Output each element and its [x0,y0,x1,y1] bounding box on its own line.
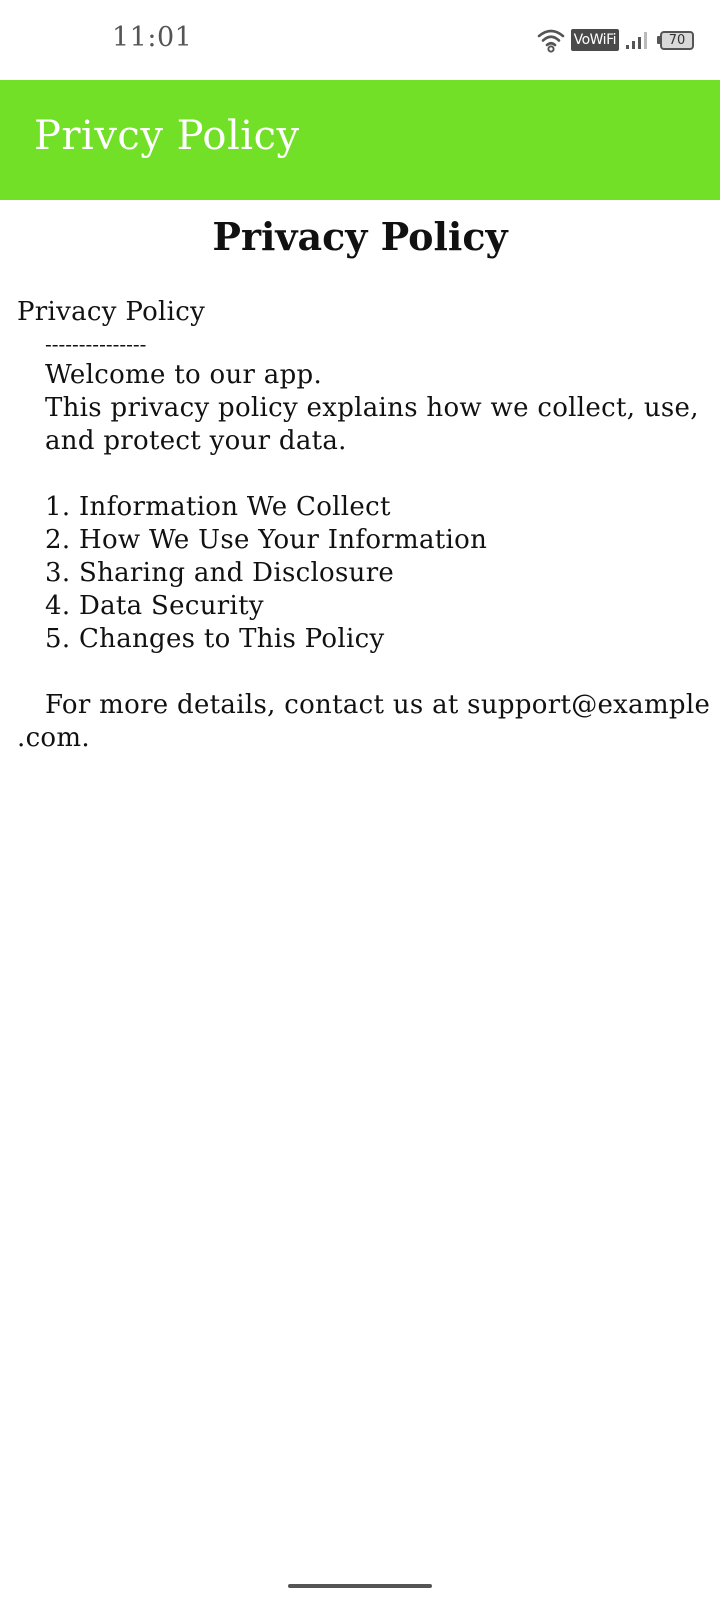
page-heading: Privacy Policy [212,214,508,259]
vowifi-badge: VoWiFi [570,29,619,51]
wifi-icon [537,27,565,53]
status-bar: 11:01 VoWiFi 70 [0,0,720,80]
contact-text-continued: .com. [17,723,90,753]
status-icons: VoWiFi 70 [537,24,694,56]
status-time: 11:01 [112,22,193,53]
divider-text: --------------- [45,332,147,356]
section-item: 3. Sharing and Disclosure [45,558,395,588]
welcome-text: Welcome to our app. [45,360,323,390]
contact-text: For more details, contact us at support@… [45,690,711,720]
intro-title: Privacy Policy [17,297,206,327]
signal-icon [625,29,651,51]
home-indicator[interactable] [288,1584,432,1588]
app-bar: Privcy Policy [0,80,720,200]
section-item: 1. Information We Collect [45,492,391,522]
app-bar-title: Privcy Policy [34,113,300,159]
section-item: 4. Data Security [45,591,264,621]
battery-level: 70 [660,30,694,50]
battery-icon: 70 [657,30,694,50]
section-item: 2. How We Use Your Information [45,525,488,555]
description-text: This privacy policy explains how we coll… [45,393,699,456]
section-item: 5. Changes to This Policy [45,624,385,654]
policy-text: Privacy Policy --------------- Welcome t… [17,296,711,755]
